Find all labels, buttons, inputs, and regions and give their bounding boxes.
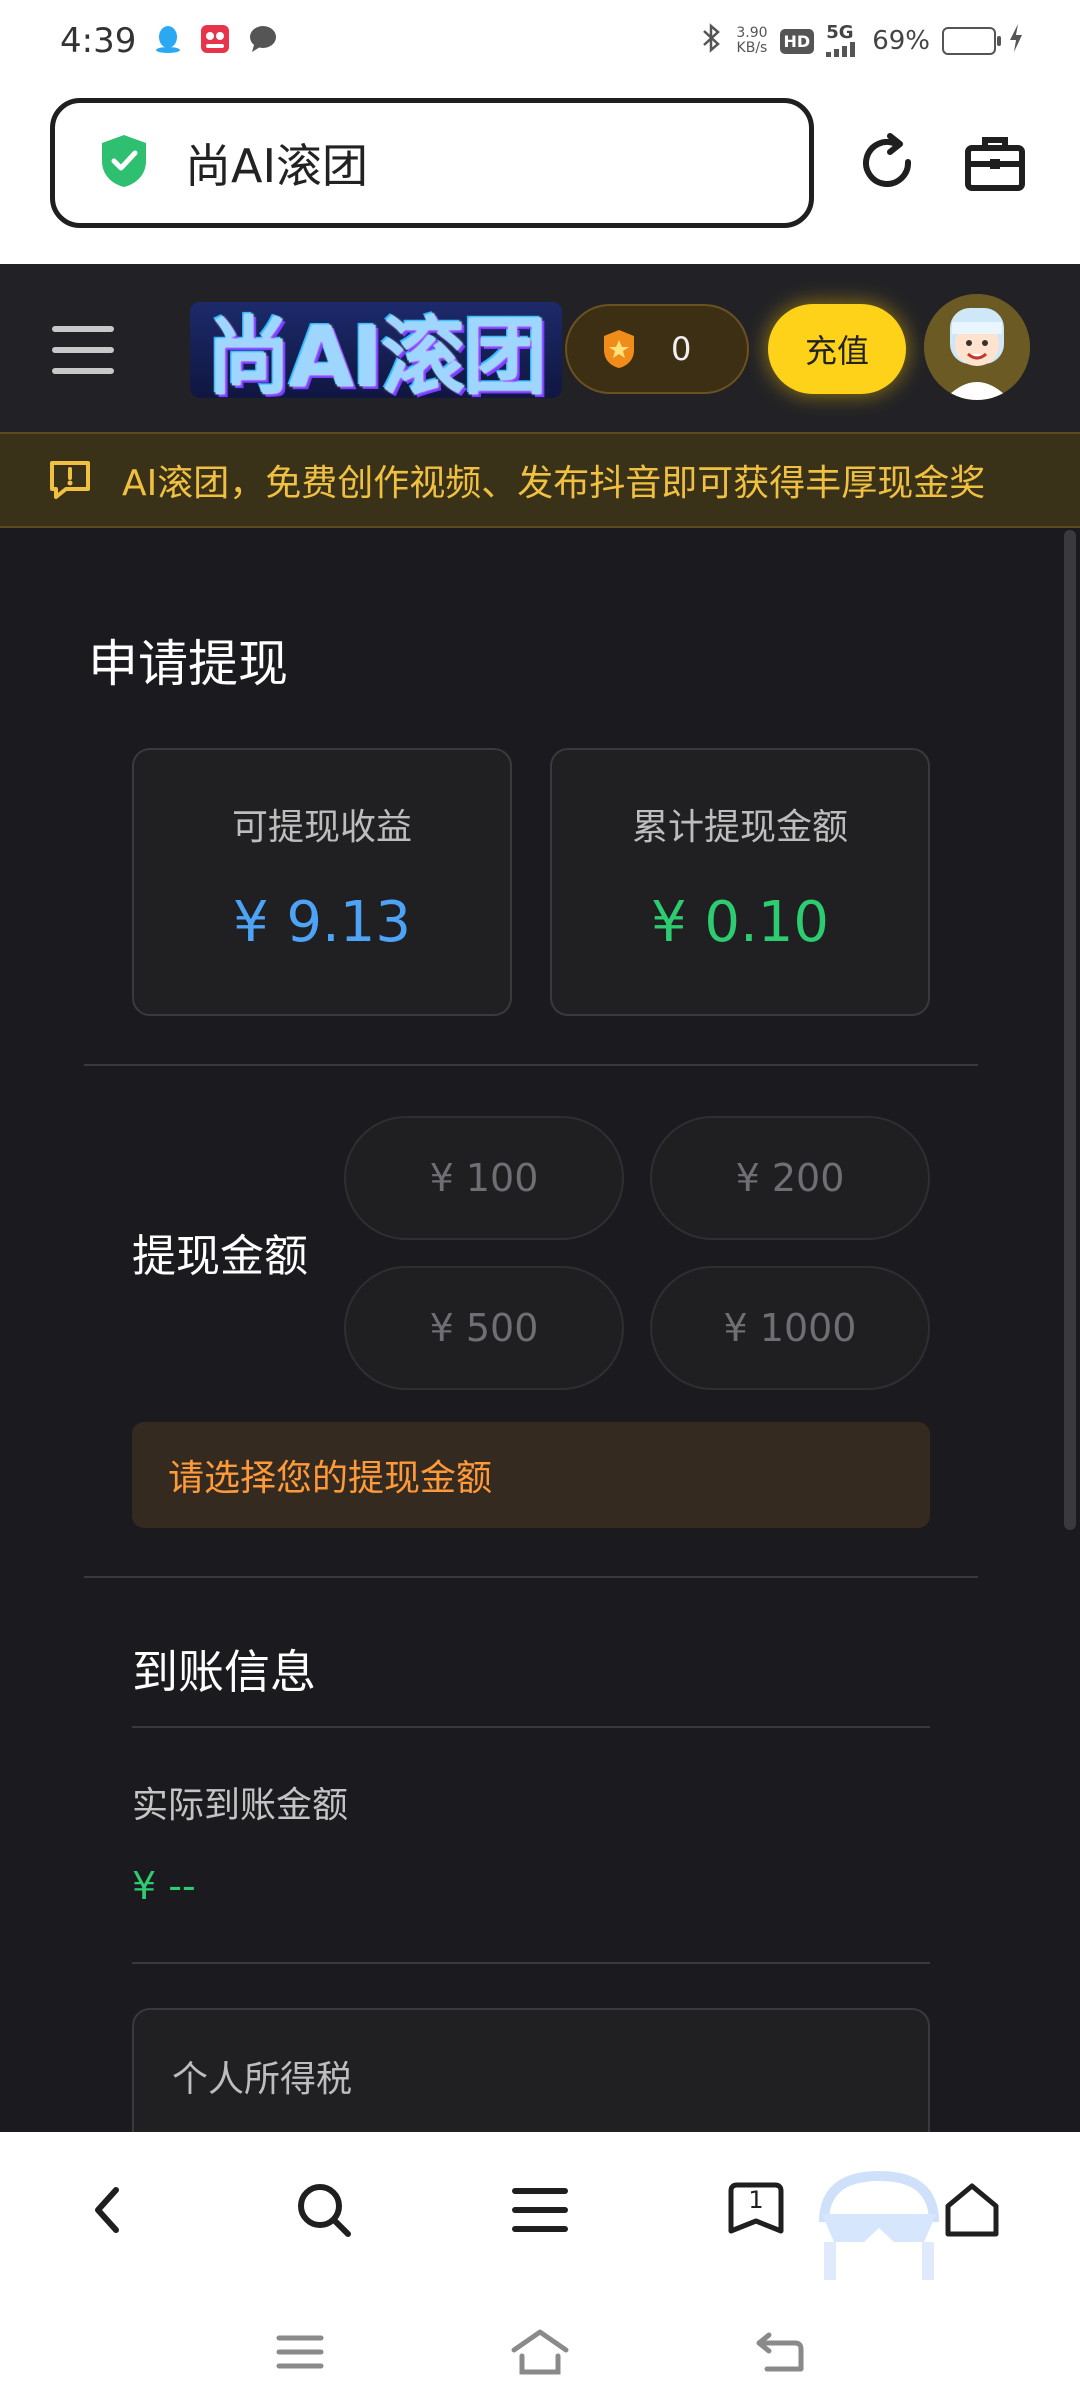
coin-balance[interactable]: 0 (565, 304, 749, 394)
signal-icon (826, 42, 856, 57)
qq-icon (154, 24, 182, 58)
home-button[interactable] (934, 2172, 1010, 2248)
status-bar: 4:39 3.90 KB/s HD 5G 69% (0, 0, 1080, 82)
search-icon (298, 2184, 351, 2237)
reload-icon (863, 133, 912, 187)
coin-count: 0 (671, 330, 692, 368)
actual-amount-value: ¥ -- (132, 1864, 196, 1908)
tab-count: 1 (748, 2186, 764, 2214)
address-bar[interactable]: 尚AI滚团 (50, 98, 814, 228)
network-label: 5G (826, 22, 854, 43)
charging-icon (1008, 23, 1024, 60)
coin-badge-icon (604, 330, 634, 368)
secure-shield-icon (99, 133, 149, 193)
page-scrollbar[interactable] (1064, 530, 1076, 1530)
notice-bar: AI滚团，免费创作视频、发布抖音即可获得丰厚现金奖 (0, 432, 1080, 528)
net-speed: 3.90 KB/s (736, 26, 767, 56)
search-button[interactable] (286, 2172, 362, 2248)
income-tax-card: 个人所得税 (132, 2008, 930, 2132)
toolbox-icon (965, 137, 1025, 191)
amount-option-200[interactable]: ¥ 200 (650, 1116, 930, 1240)
recharge-button[interactable]: 充值 (768, 304, 906, 394)
menu-icon (512, 2188, 568, 2232)
recent-apps-icon (276, 2335, 324, 2369)
page-title: 申请提现 (88, 635, 288, 693)
menu-button[interactable] (52, 326, 114, 374)
income-tax-label: 个人所得税 (172, 2059, 353, 2100)
actual-amount-label: 实际到账金额 (132, 1785, 349, 1826)
divider (84, 1064, 978, 1066)
withdrawable-earnings-card: 可提现收益 ¥ 9.13 (132, 748, 512, 1016)
amount-option-1000[interactable]: ¥ 1000 (650, 1266, 930, 1390)
notice-icon (50, 461, 90, 499)
home-icon (945, 2183, 999, 2237)
amount-option-100[interactable]: ¥ 100 (344, 1116, 624, 1240)
browser-toolbar: 尚AI滚团 (0, 82, 1080, 264)
browser-bottom-nav: 1 (0, 2132, 1080, 2288)
recent-apps-button[interactable] (268, 2320, 332, 2384)
system-nav-bar (0, 2288, 1080, 2408)
address-text: 尚AI滚团 (185, 139, 369, 193)
battery-icon (942, 27, 1001, 55)
menu-button[interactable] (502, 2172, 578, 2248)
reload-button[interactable] (848, 124, 928, 204)
divider (132, 1962, 930, 1964)
toolbox-button[interactable] (955, 124, 1035, 204)
net-speed-value: 3.90 (736, 25, 768, 41)
battery-percent: 69% (872, 26, 930, 56)
hd-badge: HD (779, 28, 815, 54)
net-speed-unit: KB/s (736, 40, 768, 56)
amount-option-500[interactable]: ¥ 500 (344, 1266, 624, 1390)
back-arrow-icon (95, 2187, 119, 2233)
bluetooth-icon (698, 22, 724, 60)
system-home-button[interactable] (508, 2320, 572, 2384)
site-logo[interactable]: 尚AI滚团 (190, 302, 562, 406)
withdraw-amount-label: 提现金额 (132, 1231, 308, 1282)
tabs-button[interactable]: 1 (718, 2172, 794, 2248)
web-page: 尚AI滚团 0 充值 AI滚团，免费创作视频、发布抖音即可获得丰厚现金奖 申请提… (0, 264, 1080, 2132)
total-withdrawn-amount: ¥ 0.10 (650, 890, 830, 955)
status-right: 3.90 KB/s HD 5G 69% (698, 22, 1024, 60)
divider (84, 1576, 978, 1578)
divider (132, 1726, 930, 1728)
arrival-info-title: 到账信息 (132, 1645, 316, 1699)
status-time: 4:39 (60, 21, 137, 61)
withdrawable-amount: ¥ 9.13 (232, 890, 412, 955)
back-button[interactable] (70, 2172, 146, 2248)
total-withdrawn-card: 累计提现金额 ¥ 0.10 (550, 748, 930, 1016)
stat-label: 可提现收益 (231, 807, 412, 848)
status-left: 4:39 (60, 21, 278, 61)
site-header: 尚AI滚团 0 充值 (0, 264, 1080, 432)
floating-mascot-icon[interactable] (814, 2162, 944, 2282)
user-avatar[interactable] (924, 294, 1030, 400)
network-type: 5G (826, 22, 860, 57)
amount-hint: 请选择您的提现金额 (132, 1422, 930, 1528)
system-home-icon (511, 2329, 569, 2375)
notice-text: AI滚团，免费创作视频、发布抖音即可获得丰厚现金奖 (122, 463, 986, 504)
system-back-icon (756, 2332, 804, 2372)
stat-label: 累计提现金额 (631, 807, 848, 848)
message-icon (248, 25, 278, 57)
app-notification-icon (200, 24, 230, 58)
system-back-button[interactable] (748, 2320, 812, 2384)
